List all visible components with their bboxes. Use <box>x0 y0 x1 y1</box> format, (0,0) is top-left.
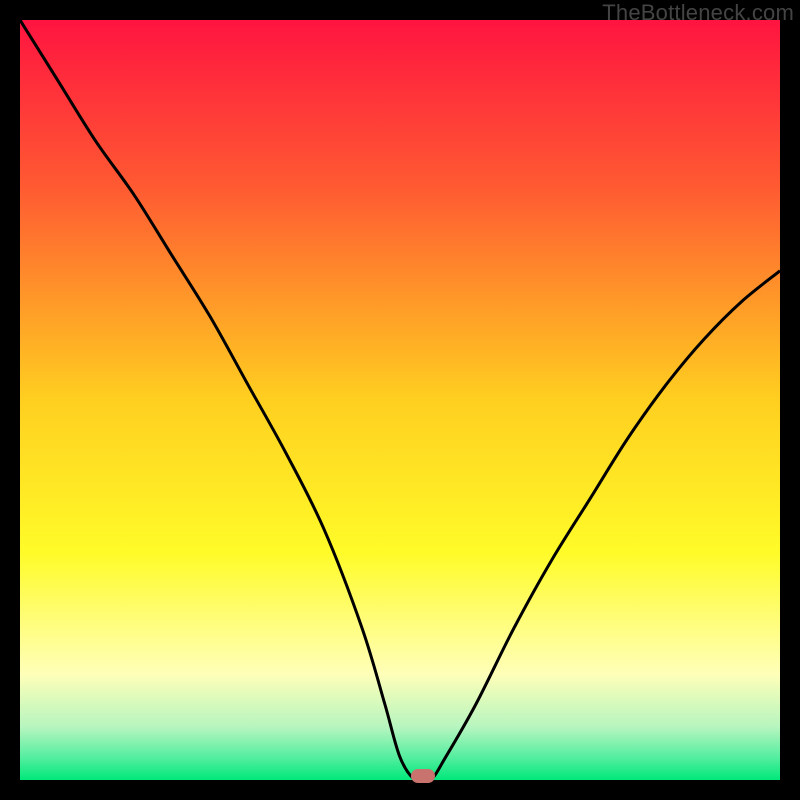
optimal-marker <box>411 769 435 783</box>
bottleneck-curve <box>20 20 780 780</box>
curve-path <box>20 20 780 780</box>
chart-frame <box>20 20 780 780</box>
